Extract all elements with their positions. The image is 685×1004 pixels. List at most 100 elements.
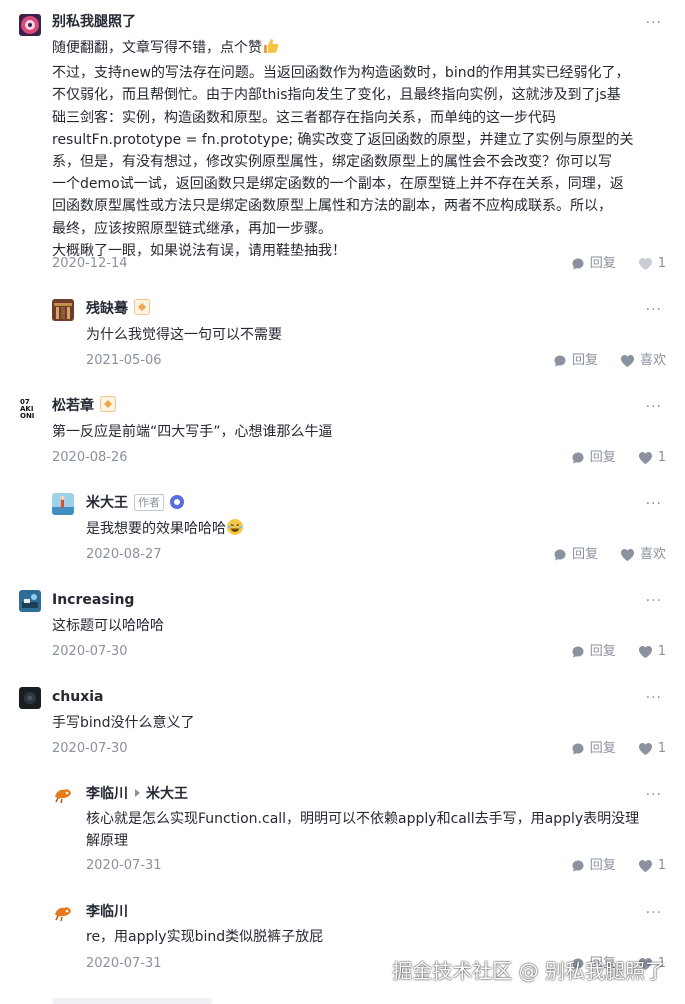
comment-date: 2020-08-27 (86, 547, 162, 562)
content-line: 回函数原型属性或方法只是绑定函数原型上属性和方法的副本，两者不应构成联系。所以， (52, 198, 612, 215)
like-label: 喜欢 (639, 353, 666, 368)
comment: chuxia ··· 手写bind没什么意义了 2020-07-30 回复 1 (0, 673, 685, 768)
reply-to-name[interactable]: 米大王 (146, 786, 188, 802)
like-button[interactable]: 1 (638, 857, 666, 875)
content-line: 一个demo试一试，返回函数只是绑定函数的一个副本，在原型链上并不存在关系，同理… (52, 176, 624, 193)
load-more-bar[interactable] (52, 998, 212, 1004)
author-name[interactable]: 李临川 米大王 (86, 784, 188, 804)
comment-content: 这标题可以哈哈哈 (52, 615, 164, 637)
comment: Increasing ··· 这标题可以哈哈哈 2020-07-30 回复 1 (0, 576, 685, 671)
more-options-icon[interactable]: ··· (646, 497, 662, 511)
avatar[interactable] (19, 590, 41, 612)
comment-content: 第一反应是前端“四大写手”，心想谁那么牛逼 (52, 421, 333, 443)
reply-label: 回复 (589, 858, 616, 873)
more-options-icon[interactable]: ··· (646, 594, 662, 608)
like-button[interactable]: 1 (638, 255, 666, 273)
heart-icon (638, 743, 652, 755)
like-button[interactable]: 1 (638, 449, 666, 467)
author-name[interactable]: 残缺蓦 (86, 299, 150, 319)
more-options-icon[interactable]: ··· (646, 691, 662, 705)
svg-text:ONI: ONI (20, 412, 34, 418)
author-name[interactable]: 松若章 (52, 396, 116, 416)
heart-icon (638, 860, 652, 872)
reply-label: 回复 (571, 547, 598, 562)
more-options-icon[interactable]: ··· (646, 906, 662, 920)
comment-content: 为什么我觉得这一句可以不需要 (86, 324, 282, 346)
comment-content: re，用apply实现bind类似脱裤子放屁 (86, 926, 323, 948)
reply-label: 回复 (589, 741, 616, 756)
reply-button[interactable]: 回复 (571, 643, 616, 661)
comment-actions: 回复 1 (571, 449, 666, 467)
comment-bubble-icon (572, 743, 584, 755)
like-button[interactable]: 喜欢 (620, 546, 666, 564)
more-options-icon[interactable]: ··· (646, 16, 662, 30)
reply-button[interactable]: 回复 (553, 352, 598, 370)
comment-date: 2020-12-14 (52, 256, 128, 271)
avatar[interactable] (52, 493, 74, 515)
comment-date: 2020-08-26 (52, 450, 128, 465)
heart-icon (638, 646, 652, 658)
reply-button[interactable]: 回复 (571, 857, 616, 875)
comment: 07 AKI ONI 松若章 ··· 第一反应是前端“四大写手”，心想谁那么牛逼 2… (0, 382, 685, 477)
comment-content: 手写bind没什么意义了 (52, 712, 195, 734)
content-line: 这标题可以哈哈哈 (52, 618, 164, 634)
comment-date: 2020-07-30 (52, 644, 128, 659)
author-name[interactable]: 米大王 作者 (86, 493, 184, 513)
content-line: resultFn.prototype = fn.prototype; 确实改变了… (52, 131, 634, 148)
comment-bubble-icon (572, 452, 584, 464)
content-line: 是我想要的效果哈哈哈 (86, 521, 226, 537)
author-name[interactable]: 李临川 (86, 902, 128, 922)
reply-label: 回复 (571, 353, 598, 368)
reply-button[interactable]: 回复 (571, 255, 616, 273)
avatar[interactable] (19, 687, 41, 709)
heart-icon (620, 549, 634, 561)
comment-content: 是我想要的效果哈哈哈 (86, 518, 244, 543)
reply-button[interactable]: 回复 (571, 740, 616, 758)
comment-date: 2020-07-31 (86, 956, 162, 971)
more-options-icon[interactable]: ··· (646, 400, 662, 414)
like-count: 1 (657, 450, 666, 465)
reply-label: 回复 (589, 644, 616, 659)
avatar[interactable] (52, 902, 74, 924)
content-line: 为什么我觉得这一句可以不需要 (86, 327, 282, 343)
like-button[interactable]: 1 (638, 643, 666, 661)
heart-icon (638, 258, 652, 270)
verified-icon (170, 495, 184, 509)
reply-label: 回复 (589, 256, 616, 271)
comment-bubble-icon (554, 549, 566, 561)
like-button[interactable]: 1 (638, 740, 666, 758)
comment-reply: 米大王 作者 ··· 是我想要的效果哈哈哈 2020-08-27 回复 喜欢 (0, 479, 685, 574)
content-line: 不过，支持new的写法存在问题。当返回函数作为构造函数时，bind的作用其实已经… (52, 65, 630, 82)
author-name[interactable]: chuxia (52, 687, 104, 707)
more-options-icon[interactable]: ··· (646, 788, 662, 802)
comment-content: 核心就是怎么实现Function.call，明明可以不依赖apply和call去… (86, 808, 676, 852)
content-line: 最终，应该按照原型链式继承，再加一步骤。 (52, 220, 332, 237)
author-name[interactable]: 别私我腿照了 (52, 12, 136, 32)
comment-bubble-icon (572, 258, 584, 270)
comment-date: 2021-05-06 (86, 353, 162, 368)
like-button[interactable]: 喜欢 (620, 352, 666, 370)
content-line: 不仅弱化，而且帮倒忙。由于内部this指向发生了变化，且最终指向实例，这就涉及到… (52, 87, 621, 104)
reply-button[interactable]: 回复 (553, 546, 598, 564)
author-name[interactable]: Increasing (52, 590, 134, 610)
comment-actions: 回复 1 (571, 857, 666, 875)
comment-bubble-icon (572, 646, 584, 658)
more-options-icon[interactable]: ··· (646, 303, 662, 317)
comment-actions: 回复 1 (571, 740, 666, 758)
avatar[interactable] (52, 299, 74, 321)
watermark: 掘金技术社区 @ 别私我腿照了 (392, 959, 665, 983)
heart-icon (620, 355, 634, 367)
comment-actions: 回复 喜欢 (553, 546, 666, 564)
avatar[interactable] (19, 14, 41, 36)
reply-button[interactable]: 回复 (571, 449, 616, 467)
comment-bubble-icon (554, 355, 566, 367)
comment-actions: 回复 1 (571, 643, 666, 661)
thumbs-up-icon (262, 37, 280, 62)
avatar[interactable]: 07 AKI ONI (19, 396, 41, 418)
avatar[interactable] (52, 784, 74, 806)
comment-reply: 李临川 米大王 ··· 核心就是怎么实现Function.call，明明可以不依赖… (0, 770, 685, 888)
content-line: 解原理 (86, 833, 128, 850)
reply-label: 回复 (589, 450, 616, 465)
content-line: 随便翻翻，文章写得不错，点个赞 (52, 40, 262, 56)
like-label: 喜欢 (639, 547, 666, 562)
